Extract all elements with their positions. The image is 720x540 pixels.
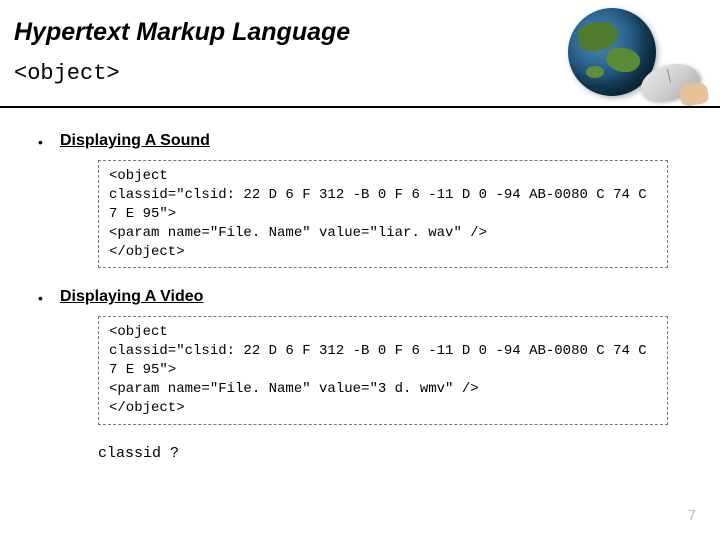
slide-header: Hypertext Markup Language <object> <box>0 0 720 108</box>
code-box: <object classid="clsid: 22 D 6 F 312 -B … <box>98 160 668 268</box>
footnote-text: classid ? <box>98 445 694 462</box>
page-number: 7 <box>688 507 696 524</box>
bullet-row: • Displaying A Sound <box>38 132 694 152</box>
bullet-row: • Displaying A Video <box>38 288 694 308</box>
slide-body: • Displaying A Sound <object classid="cl… <box>0 108 720 462</box>
bullet-dot: • <box>38 132 60 152</box>
bullet-dot: • <box>38 288 60 308</box>
section-heading: Displaying A Video <box>60 288 203 306</box>
code-box: <object classid="clsid: 22 D 6 F 312 -B … <box>98 316 668 424</box>
section-heading: Displaying A Sound <box>60 132 210 150</box>
globe-mouse-illustration <box>526 8 706 103</box>
